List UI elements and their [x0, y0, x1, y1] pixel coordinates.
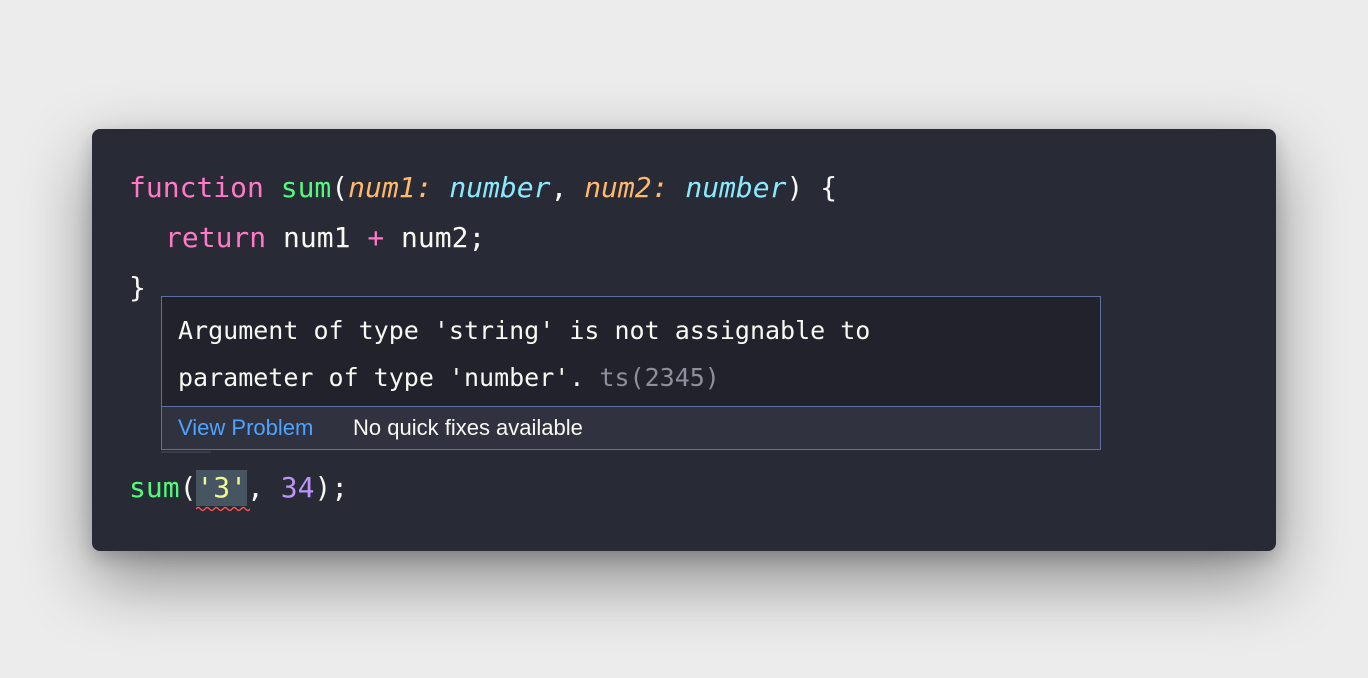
- code-line-1: function sum(num1: number, num2: number)…: [129, 170, 837, 206]
- function-name: sum: [280, 171, 332, 204]
- colon: :: [651, 171, 669, 204]
- underlying-line-edge: [161, 451, 211, 453]
- string-literal: '3': [196, 471, 248, 504]
- code-line-3: }: [129, 270, 146, 306]
- open-paren: (: [179, 471, 197, 504]
- type-annotation-2: number: [685, 171, 787, 204]
- error-code: ts(2345): [599, 363, 720, 392]
- open-brace: {: [820, 171, 838, 204]
- function-call-name: sum: [129, 471, 180, 504]
- close-paren-semicolon: );: [314, 471, 349, 504]
- code-line-4: sum('3', 34);: [129, 470, 349, 512]
- keyword-function: function: [129, 171, 264, 204]
- parameter-num1: num1: [348, 171, 416, 204]
- comma: ,: [247, 471, 264, 504]
- type-annotation-1: number: [449, 171, 551, 204]
- error-squiggle-icon: [196, 506, 251, 512]
- plus-operator: +: [367, 221, 385, 254]
- close-paren: ): [786, 171, 804, 204]
- no-quick-fixes-label: No quick fixes available: [353, 415, 583, 440]
- error-hover-popup: Argument of type 'string' is not assigna…: [161, 296, 1101, 450]
- page-background: function sum(num1: number, num2: number)…: [0, 0, 1368, 678]
- parameter-num2: num2: [584, 171, 652, 204]
- error-message: Argument of type 'string' is not assigna…: [178, 307, 1078, 401]
- identifier-num2: num2;: [401, 221, 486, 254]
- number-literal: 34: [280, 471, 315, 504]
- comma: ,: [550, 171, 568, 204]
- colon: :: [415, 171, 433, 204]
- hover-actions-bar: View Problem No quick fixes available: [162, 406, 1100, 449]
- open-paren: (: [331, 171, 349, 204]
- error-argument[interactable]: '3': [196, 470, 251, 512]
- error-message-line-2: parameter of type 'number'.: [178, 363, 585, 392]
- view-problem-link[interactable]: View Problem: [178, 407, 313, 449]
- code-line-2: return num1 + num2;: [129, 220, 485, 256]
- keyword-return: return: [165, 221, 267, 254]
- close-brace: }: [129, 271, 146, 304]
- error-message-line-1: Argument of type 'string' is not assigna…: [178, 316, 871, 345]
- code-editor[interactable]: function sum(num1: number, num2: number)…: [92, 129, 1276, 551]
- identifier-num1: num1: [283, 221, 351, 254]
